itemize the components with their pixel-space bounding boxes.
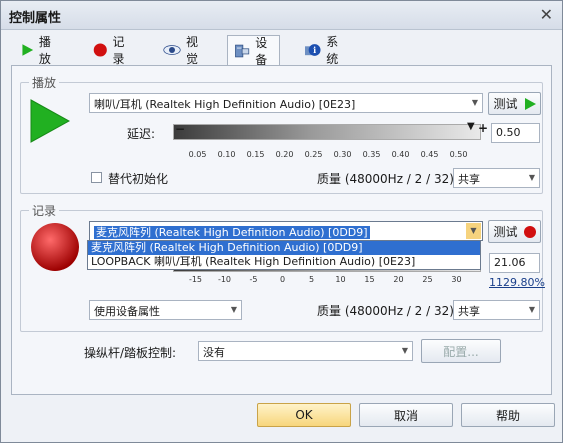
joystick-value: 没有 [203,346,225,359]
delay-tick: 0.30 [333,150,352,159]
delay-tick: 0.20 [275,150,294,159]
delay-slider[interactable] [173,124,481,140]
record-quality-value: 共享 [458,305,480,318]
delay-tick: 0.10 [217,150,236,159]
delay-tick-labels: 0.05 0.10 0.15 0.20 0.25 0.30 0.35 0.40 … [183,150,473,159]
device-panel: 播放 喇叭/耳机 (Realtek High Definition Audio)… [11,65,552,395]
cancel-label: 取消 [393,408,418,423]
playback-quality-value: 共享 [458,173,480,186]
record-test-button[interactable]: 测试 [488,220,541,243]
playback-test-button[interactable]: 测试 [488,92,541,115]
tab-label: 播放 [38,35,51,66]
delay-label: 延迟: [127,127,156,141]
gain-tick: 5 [308,275,315,284]
playback-quality-label: 质量 (48000Hz / 2 / 32): [317,172,458,186]
record-quality-select[interactable]: 共享 ▼ [453,300,540,320]
tab-label: 视觉 [186,35,199,66]
record-icon [523,225,536,238]
playback-group-label: 播放 [29,74,60,91]
play-icon [524,97,536,110]
title-bar: 控制属性 ✕ [1,1,562,30]
delay-tick: 0.40 [391,150,410,159]
ok-button[interactable]: OK [257,403,351,427]
test-label: 测试 [493,97,518,111]
record-group-label: 记录 [29,202,60,219]
tab-visual[interactable]: 视觉 [157,35,210,66]
gain-tick: 0 [279,275,286,284]
test-label: 测试 [493,225,518,239]
help-button[interactable]: 帮助 [461,403,555,427]
gain-tick: 25 [422,275,433,284]
delay-tick: 0.50 [449,150,468,159]
record-property-select[interactable]: 使用设备属性 ▼ [89,300,242,320]
record-property-value: 使用设备属性 [94,305,160,318]
alt-init-label: 替代初始化 [108,172,169,186]
alt-init-checkbox[interactable] [91,172,102,183]
record-device-dropdown-list: 麦克风阵列 (Realtek High Definition Audio) [0… [87,240,481,270]
gain-tick: 15 [364,275,375,284]
gain-tick: -10 [217,275,232,284]
record-icon [31,223,79,271]
slider-thumb[interactable]: ▼ [467,121,475,132]
tab-label: 设备 [255,36,268,67]
tab-record[interactable]: 记录 [87,35,136,66]
delay-tick: 0.25 [304,150,323,159]
gain-tick: -5 [249,275,258,284]
eye-icon [163,45,181,55]
cancel-button[interactable]: 取消 [359,403,453,427]
chevron-down-icon: ▼ [401,346,408,355]
control-properties-dialog: 控制属性 ✕ 播放 记录 视觉 设备 i 系统 播放 喇叭/耳机 (Realte… [0,0,563,443]
chevron-down-icon: ▼ [471,98,478,107]
info-icon: i [305,44,321,56]
tab-system[interactable]: i 系统 [299,35,350,66]
config-button[interactable]: 配置... [421,339,501,363]
gain-value-input[interactable]: 21.06 [489,253,540,273]
record-group: 记录 麦克风阵列 (Realtek High Definition Audio)… [20,202,545,332]
tab-device[interactable]: 设备 [227,35,281,67]
playback-quality-select[interactable]: 共享 ▼ [453,168,540,188]
delay-tick: 0.45 [420,150,439,159]
gain-tick: 20 [393,275,404,284]
dropdown-option[interactable]: 麦克风阵列 (Realtek High Definition Audio) [0… [88,241,480,255]
tab-playback[interactable]: 播放 [15,35,62,66]
play-icon [30,99,70,143]
minus-icon[interactable]: − [175,122,185,136]
playback-device-value: 喇叭/耳机 (Realtek High Definition Audio) [0… [94,98,356,111]
gain-percent-link[interactable]: 1129.80% [489,276,545,289]
chevron-down-icon: ▼ [230,305,237,314]
ok-label: OK [295,408,313,422]
gain-tick: -15 [188,275,203,284]
device-icon [235,44,250,58]
gain-tick-labels: -15 -10 -5 0 5 10 15 20 25 30 [181,275,471,284]
tab-label: 系统 [326,35,339,66]
help-label: 帮助 [495,408,520,423]
record-device-select[interactable]: 麦克风阵列 (Realtek High Definition Audio) [0… [89,221,483,241]
tab-label: 记录 [112,35,125,66]
playback-device-select[interactable]: 喇叭/耳机 (Realtek High Definition Audio) [0… [89,93,483,113]
record-device-value: 麦克风阵列 (Realtek High Definition Audio) [0… [94,226,370,239]
svg-text:i: i [313,45,316,55]
close-icon[interactable]: ✕ [540,5,553,24]
playback-group: 播放 喇叭/耳机 (Realtek High Definition Audio)… [20,74,543,194]
plus-icon[interactable]: + [478,121,488,135]
record-quality-label: 质量 (48000Hz / 2 / 32): [317,304,458,318]
chevron-down-icon[interactable]: ▼ [466,223,481,239]
joystick-label: 操纵杆/踏板控制: [84,346,177,360]
record-icon [93,43,107,57]
window-title: 控制属性 [9,11,62,26]
delay-tick: 0.35 [362,150,381,159]
delay-tick: 0.05 [188,150,207,159]
gain-tick: 30 [451,275,462,284]
delay-value-input[interactable]: 0.50 [491,123,540,143]
dropdown-option[interactable]: LOOPBACK 喇叭/耳机 (Realtek High Definition … [88,255,480,269]
config-label: 配置... [443,344,479,359]
delay-tick: 0.15 [246,150,265,159]
chevron-down-icon: ▼ [528,173,535,182]
play-icon [22,44,34,56]
joystick-select[interactable]: 没有 ▼ [198,341,413,361]
gain-tick: 10 [335,275,346,284]
chevron-down-icon: ▼ [528,305,535,314]
